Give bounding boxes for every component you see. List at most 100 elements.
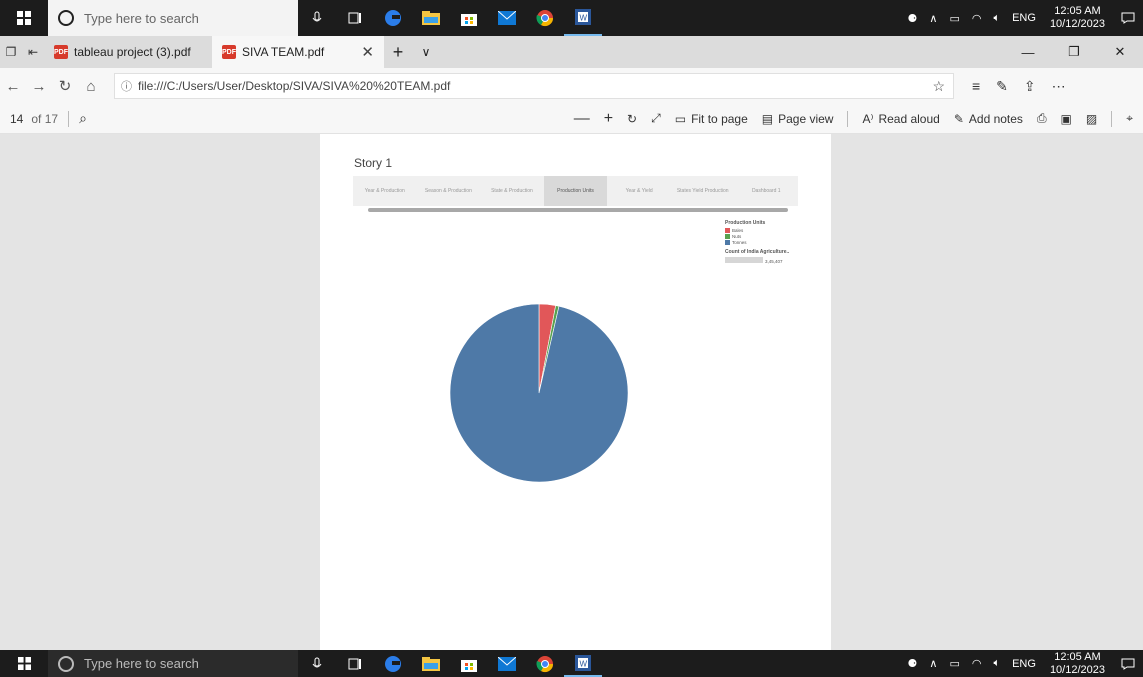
- store-icon[interactable]: [450, 0, 488, 36]
- edge-icon[interactable]: [374, 0, 412, 36]
- count-bar: [725, 257, 763, 263]
- refresh-icon[interactable]: ↻: [52, 77, 78, 95]
- pdf-page: Story 1 Year & Production Season & Produc…: [320, 134, 831, 650]
- people-icon[interactable]: ⚈: [902, 657, 924, 670]
- wifi-icon[interactable]: ◠: [966, 657, 988, 670]
- chrome-icon[interactable]: [526, 650, 564, 677]
- system-tray: ⚈ ∧ ▭ ◠ 🔈︎ ENG 12:05 AM 10/12/2023: [902, 0, 1143, 36]
- pdf-toolbar: 14 of 17 ⌕ — + ↻ ⤢ ▭ Fit to page ▤ Page vi…: [0, 104, 1143, 134]
- address-input[interactable]: ⓘ file:///C:/Users/User/Desktop/SIVA/SIV…: [114, 73, 954, 99]
- clock-date: 10/12/2023: [1049, 18, 1105, 30]
- close-tab-icon[interactable]: ✕: [361, 43, 374, 61]
- home-icon[interactable]: ⌂: [78, 78, 104, 95]
- read-aloud-button[interactable]: A⁾ Read aloud: [862, 112, 939, 126]
- tab-siva-team[interactable]: PDF SIVA TEAM.pdf ✕: [212, 36, 384, 68]
- story-nav-item[interactable]: Production Units: [543, 176, 608, 206]
- favorites-icon[interactable]: ≡: [972, 78, 980, 95]
- store-icon[interactable]: [450, 650, 488, 677]
- windows-start-icon[interactable]: [0, 0, 48, 36]
- chrome-icon[interactable]: [526, 0, 564, 36]
- story-nav-item[interactable]: Dashboard 1: [734, 176, 798, 206]
- back-icon[interactable]: ←: [0, 78, 26, 95]
- battery-icon[interactable]: ▭: [943, 657, 965, 670]
- taskbar-search-placeholder: Type here to search: [84, 10, 199, 26]
- language-indicator[interactable]: ENG: [1006, 12, 1042, 24]
- story-nav-item[interactable]: States Yield Production: [671, 176, 735, 206]
- forward-icon[interactable]: →: [26, 78, 52, 95]
- minimize-icon[interactable]: —: [1005, 36, 1051, 68]
- story-nav-item[interactable]: Season & Production: [417, 176, 481, 206]
- story-nav-item[interactable]: State & Production: [480, 176, 544, 206]
- clock[interactable]: 12:05 AM 10/12/2023: [1042, 5, 1113, 31]
- word-icon[interactable]: W: [564, 0, 602, 36]
- fullscreen-icon[interactable]: ⤢: [651, 111, 661, 126]
- microphone-icon[interactable]: [298, 650, 336, 677]
- close-window-icon[interactable]: ✕: [1097, 36, 1143, 68]
- battery-icon[interactable]: ▭: [943, 12, 965, 25]
- pie-slice-tonnes[interactable]: [449, 303, 629, 483]
- edge-icon[interactable]: [374, 650, 412, 677]
- chevron-up-icon[interactable]: ∧: [923, 12, 943, 25]
- file-explorer-icon[interactable]: [412, 650, 450, 677]
- mail-icon[interactable]: [488, 650, 526, 677]
- story-navigator: Year & Production Season & Production Stat…: [353, 176, 798, 206]
- rotate-icon[interactable]: ↻: [627, 112, 637, 126]
- clock-time: 12:05 AM: [1054, 650, 1101, 663]
- share-icon[interactable]: ⇪: [1024, 78, 1036, 95]
- clock[interactable]: 12:05 AM 10/12/2023: [1042, 651, 1113, 677]
- pin-toolbar-icon[interactable]: ⌖: [1126, 111, 1133, 126]
- windows-start-icon[interactable]: [0, 650, 48, 677]
- save-as-icon[interactable]: ▨: [1086, 112, 1097, 126]
- print-icon[interactable]: ⎙: [1037, 111, 1047, 126]
- mail-icon[interactable]: [488, 0, 526, 36]
- search-circle-icon: [58, 655, 74, 672]
- legend-label: Bales: [732, 228, 744, 233]
- pie-chart: [449, 303, 629, 483]
- search-icon[interactable]: ⌕: [79, 110, 87, 127]
- save-icon[interactable]: ▣: [1061, 112, 1072, 126]
- tab-actions-icon[interactable]: ❐: [0, 36, 22, 68]
- tab-tableau-project[interactable]: PDF tableau project (3).pdf: [44, 36, 212, 68]
- task-view-icon[interactable]: [336, 0, 374, 36]
- count-title: Count of India Agriculture..: [725, 249, 790, 255]
- taskbar-search-box[interactable]: Type here to search: [48, 650, 298, 677]
- legend-swatch: [725, 240, 730, 245]
- notification-icon[interactable]: [1113, 658, 1143, 670]
- set-aside-tabs-icon[interactable]: ⇤: [22, 36, 44, 68]
- file-explorer-icon[interactable]: [412, 0, 450, 36]
- pen-icon[interactable]: ✎: [996, 78, 1008, 95]
- restore-icon[interactable]: ❐: [1051, 36, 1097, 68]
- wifi-icon[interactable]: ◠: [966, 12, 988, 25]
- volume-icon[interactable]: 🔈︎: [987, 12, 1006, 25]
- more-icon[interactable]: ⋯: [1052, 78, 1066, 95]
- page-number-input[interactable]: 14: [10, 112, 23, 126]
- zoom-in-icon[interactable]: +: [604, 110, 613, 128]
- chevron-up-icon[interactable]: ∧: [923, 657, 943, 670]
- fit-page-icon: ▭: [674, 111, 687, 126]
- task-view-icon[interactable]: [336, 650, 374, 677]
- pdf-viewer[interactable]: Story 1 Year & Production Season & Produc…: [0, 134, 1143, 650]
- tab-list-chevron-icon[interactable]: ∨: [412, 36, 440, 68]
- zoom-out-icon[interactable]: —: [574, 110, 590, 128]
- story-scrollbar[interactable]: [368, 208, 788, 212]
- add-notes-button[interactable]: ✎ Add notes: [954, 112, 1023, 126]
- notification-icon[interactable]: [1113, 12, 1143, 24]
- story-nav-item[interactable]: Year & Yield: [607, 176, 671, 206]
- taskbar-bottom: Type here to search W ⚈ ∧ ▭ ◠ 🔈︎ ENG 12:…: [0, 650, 1143, 677]
- story-nav-item[interactable]: Year & Production: [353, 176, 417, 206]
- word-icon[interactable]: W: [564, 650, 602, 677]
- legend-label: Tonnes: [732, 240, 747, 245]
- taskbar-search-box[interactable]: Type here to search: [48, 0, 298, 36]
- fit-to-page-button[interactable]: ▭ Fit to page: [675, 112, 748, 126]
- new-tab-icon[interactable]: +: [384, 36, 412, 68]
- divider: [1111, 110, 1113, 127]
- taskbar-search-placeholder: Type here to search: [84, 656, 199, 671]
- people-icon[interactable]: ⚈: [902, 12, 924, 25]
- page-view-button[interactable]: ▤ Page view: [762, 112, 834, 126]
- microphone-icon[interactable]: [298, 0, 336, 36]
- page-view-label: Page view: [778, 111, 834, 126]
- favorite-star-icon[interactable]: ☆: [932, 78, 953, 95]
- volume-icon[interactable]: 🔈︎: [987, 657, 1006, 670]
- language-indicator[interactable]: ENG: [1006, 658, 1042, 670]
- legend-item: Nuts: [725, 234, 789, 239]
